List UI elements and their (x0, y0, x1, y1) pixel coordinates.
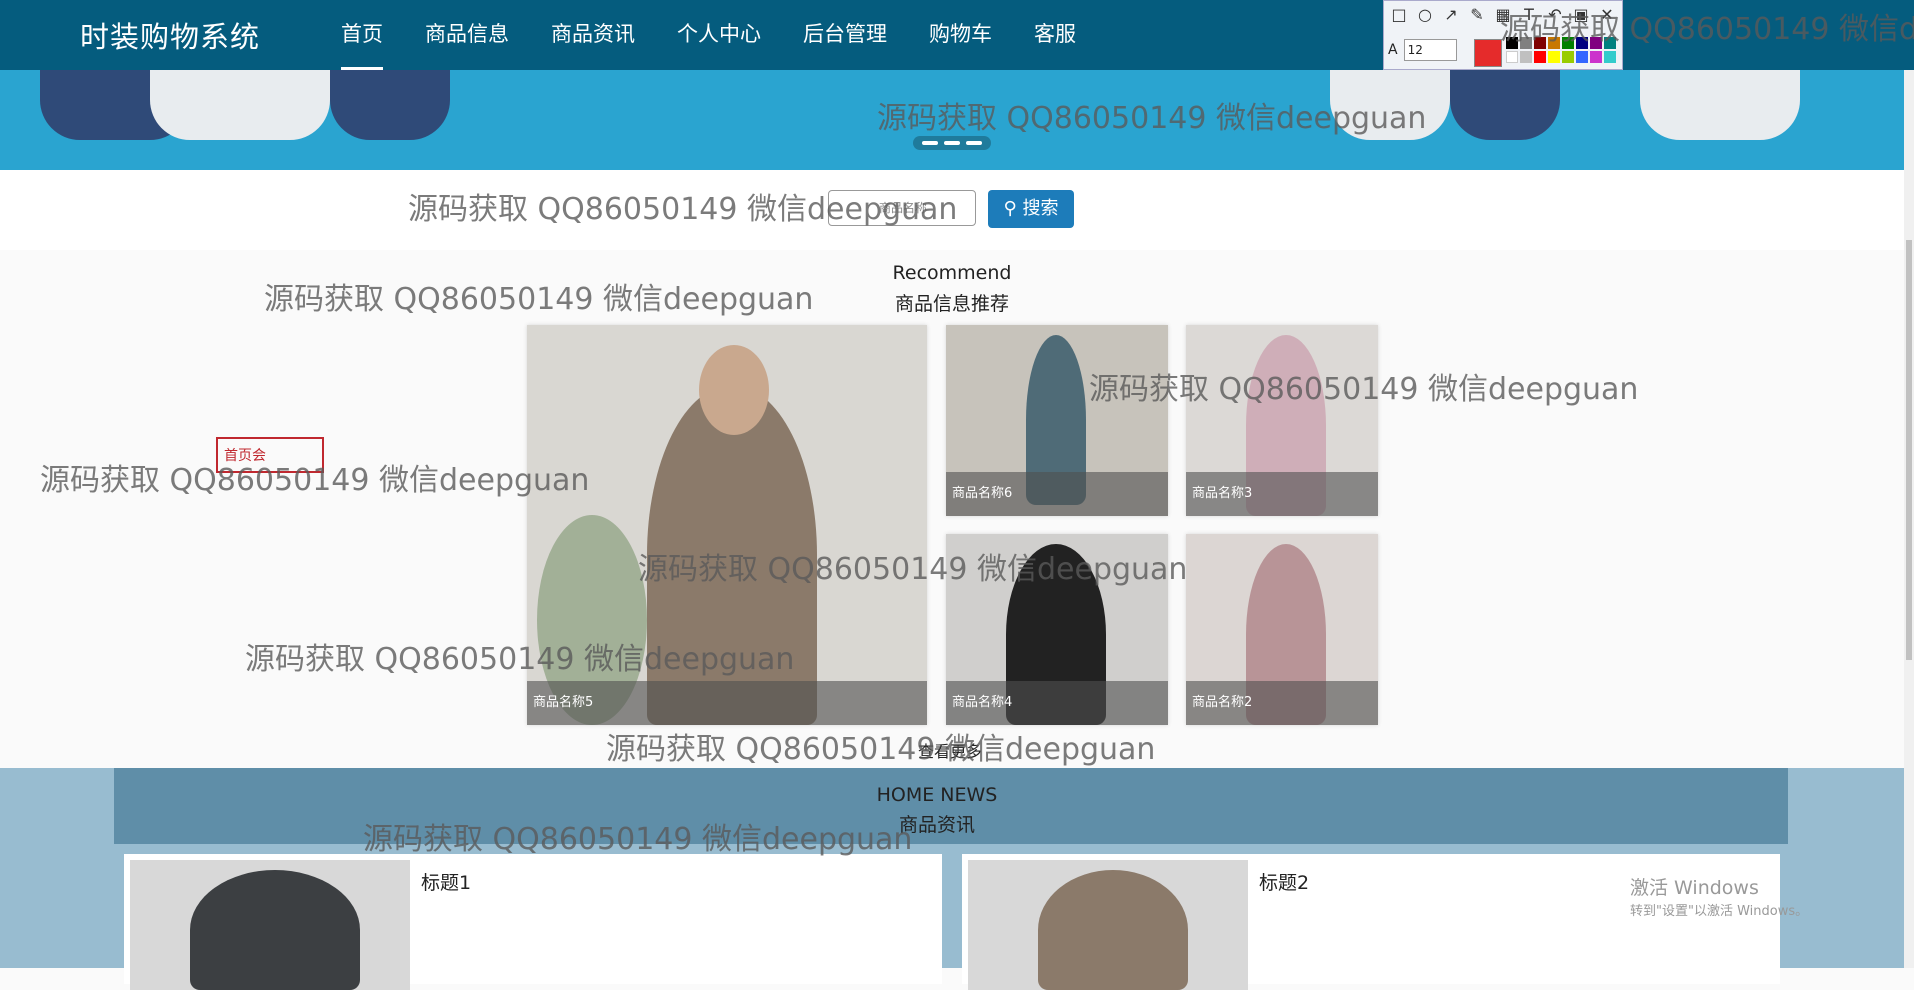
nav-products[interactable]: 商品信息 (404, 0, 530, 70)
product-card[interactable]: 商品名称5 (527, 325, 927, 725)
nav-admin[interactable]: 后台管理 (782, 0, 908, 70)
search-section: 商品名称 ⚲ 搜索 (0, 170, 1904, 250)
annotation-text-box[interactable]: 首页会 (216, 437, 324, 473)
mosaic-tool-icon[interactable]: ▦ (1492, 5, 1514, 24)
view-more-link[interactable]: 查看更多 (918, 738, 982, 762)
product-card[interactable]: 商品名称4 (946, 534, 1168, 725)
save-icon[interactable]: ▣ (1570, 5, 1592, 24)
nav-news[interactable]: 商品资讯 (530, 0, 656, 70)
product-name: 商品名称6 (946, 472, 1168, 516)
annotation-toolbar: □ ○ ↗ ✎ ▦ T ↶ ▣ ✕ A 12 (1383, 0, 1623, 70)
banner-figure (1450, 70, 1560, 140)
color-palette (1506, 37, 1616, 63)
banner-figure (1330, 70, 1450, 140)
font-size-value[interactable]: 12 (1403, 39, 1457, 61)
search-input[interactable]: 商品名称 (828, 190, 976, 226)
search-button[interactable]: ⚲ 搜索 (988, 190, 1074, 228)
top-navbar: 时装购物系统 首页 商品信息 商品资讯 个人中心 后台管理 购物车 客服 (0, 0, 1914, 70)
watermark-text: 源码获取 QQ86050149 微信deepguan (606, 732, 1156, 767)
toolbar-tools: □ ○ ↗ ✎ ▦ T ↶ ▣ ✕ (1388, 5, 1618, 24)
banner-figure (330, 70, 450, 140)
site-brand[interactable]: 时装购物系统 (80, 14, 260, 56)
font-icon: A (1388, 42, 1398, 58)
text-tool-icon[interactable]: T (1518, 5, 1540, 24)
product-card[interactable]: 商品名称2 (1186, 534, 1378, 725)
search-button-label: 搜索 (1022, 198, 1059, 219)
product-name: 商品名称4 (946, 681, 1168, 725)
color-swatch[interactable] (1562, 51, 1574, 63)
recommend-title-en: Recommend (892, 262, 1012, 284)
product-name: 商品名称5 (527, 681, 927, 725)
hero-banner[interactable] (0, 70, 1904, 170)
activation-subtitle: 转到"设置"以激活 Windows。 (1630, 904, 1809, 919)
ellipse-tool-icon[interactable]: ○ (1414, 5, 1436, 24)
nav-profile[interactable]: 个人中心 (656, 0, 782, 70)
product-card[interactable]: 商品名称6 (946, 325, 1168, 516)
news-title-cn: 商品资讯 (898, 814, 975, 836)
carousel-indicators[interactable] (913, 136, 991, 150)
recommend-title-cn: 商品信息推荐 (894, 293, 1009, 315)
color-swatch[interactable] (1506, 51, 1518, 63)
color-swatch[interactable] (1590, 51, 1602, 63)
color-swatch[interactable] (1548, 51, 1560, 63)
news-title-en: HOME NEWS (876, 784, 998, 806)
product-image (527, 325, 927, 725)
pen-tool-icon[interactable]: ✎ (1466, 5, 1488, 24)
nav-home[interactable]: 首页 (320, 0, 404, 70)
scrollbar-thumb[interactable] (1906, 240, 1912, 660)
news-card[interactable]: 标题1 (124, 854, 942, 990)
news-title: 标题1 (421, 872, 472, 894)
product-card[interactable]: 商品名称3 (1186, 325, 1378, 516)
banner-figure (1640, 70, 1800, 140)
color-swatch[interactable] (1604, 37, 1616, 49)
page-scrollbar[interactable] (1904, 70, 1914, 968)
news-title: 标题2 (1259, 872, 1310, 894)
windows-activation-notice: 激活 Windows 转到"设置"以激活 Windows。 (1630, 873, 1808, 919)
nav-service[interactable]: 客服 (1013, 0, 1097, 70)
nav-cart[interactable]: 购物车 (908, 0, 1013, 70)
color-swatch[interactable] (1604, 51, 1616, 63)
color-swatch[interactable] (1534, 51, 1546, 63)
current-color-swatch[interactable] (1474, 39, 1502, 67)
color-swatch[interactable] (1534, 37, 1546, 49)
news-thumbnail (968, 860, 1248, 990)
color-swatch[interactable] (1590, 37, 1602, 49)
color-swatch[interactable] (1520, 51, 1532, 63)
rectangle-tool-icon[interactable]: □ (1388, 5, 1410, 24)
color-swatch[interactable] (1520, 37, 1532, 49)
activation-title: 激活 Windows (1630, 877, 1759, 899)
product-name: 商品名称3 (1186, 472, 1378, 516)
color-swatch[interactable] (1562, 37, 1574, 49)
color-swatch[interactable] (1548, 37, 1560, 49)
search-icon: ⚲ (1003, 198, 1017, 219)
color-swatch[interactable] (1576, 37, 1588, 49)
font-size-selector[interactable]: A 12 (1388, 39, 1457, 61)
news-thumbnail (130, 860, 410, 990)
color-swatch[interactable] (1506, 37, 1518, 49)
undo-icon[interactable]: ↶ (1544, 5, 1566, 24)
product-name: 商品名称2 (1186, 681, 1378, 725)
banner-figure (150, 70, 330, 140)
color-swatch[interactable] (1576, 51, 1588, 63)
main-menu: 首页 商品信息 商品资讯 个人中心 后台管理 购物车 客服 (320, 0, 1097, 70)
arrow-tool-icon[interactable]: ↗ (1440, 5, 1462, 24)
news-section: HOME NEWS 商品资讯 标题1 标题2 (0, 768, 1904, 990)
close-icon[interactable]: ✕ (1596, 5, 1618, 24)
